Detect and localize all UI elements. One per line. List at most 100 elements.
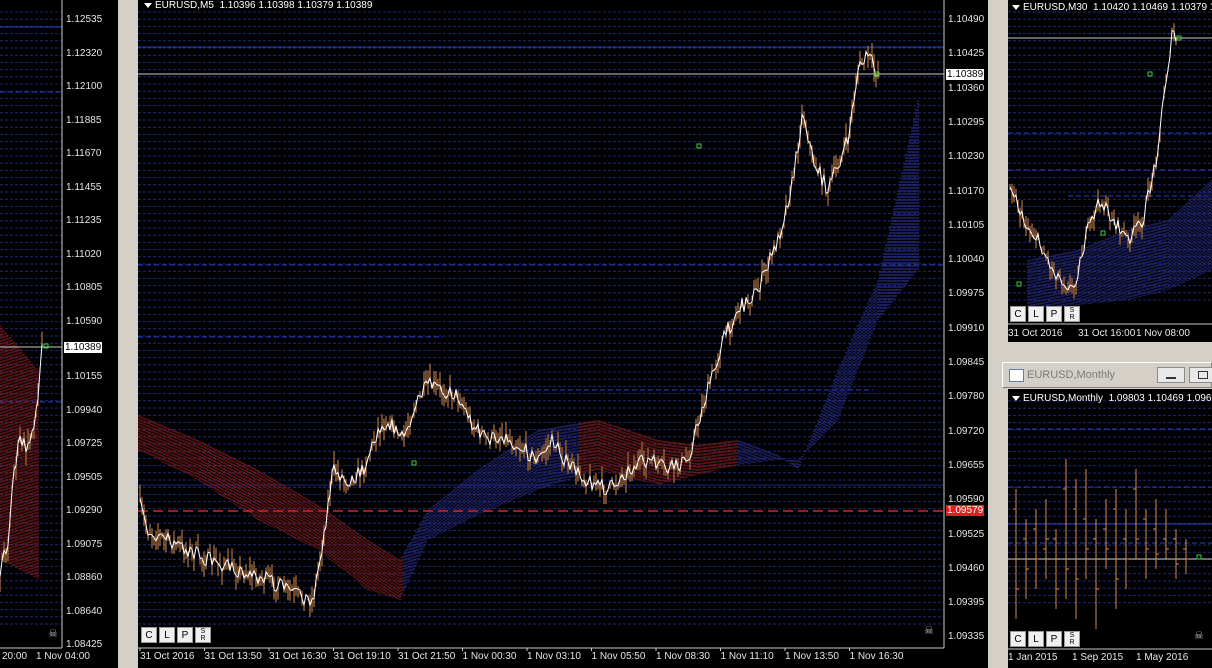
monthly-window-titlebar[interactable]: EURUSD,Monthly (1002, 362, 1212, 388)
axis-label: 1.09655 (948, 459, 985, 471)
main-ohlc: 1.10396 1.10398 1.10379 1.10389 (219, 0, 373, 11)
m30-chart-header: EURUSD,M30 1.10420 1.10469 1.10379 1.10 (1012, 2, 1212, 13)
skull-icon[interactable]: ☠ (48, 627, 58, 640)
axis-label: 31 Oct 16:00 (1078, 328, 1136, 339)
monthly-symbol: EURUSD,Monthly (1023, 393, 1104, 404)
axis-label: 1 Nov 11:10 (720, 651, 774, 662)
l-button[interactable]: L (1028, 306, 1044, 322)
main-symbol: EURUSD,M5 (155, 0, 214, 11)
axis-label: 1.09780 (948, 391, 985, 403)
restore-button[interactable] (1189, 367, 1212, 383)
axis-label: 31 Oct 21:50 (398, 651, 456, 662)
monthly-chart-buttons: C L P SR (1010, 631, 1080, 647)
monthly-ohlc: 1.09803 1.10469 1.09600 (1108, 393, 1212, 404)
axis-label: 1 Nov 08:00 (1136, 328, 1190, 339)
left-current-price: 1.10389 (64, 342, 103, 353)
axis-label: 1.09940 (66, 404, 103, 416)
sr-button[interactable]: SR (195, 627, 211, 643)
m30-ohlc: 1.10420 1.10469 1.10379 1.10 (1093, 2, 1212, 13)
axis-label: 1 Nov 13:50 (785, 651, 839, 662)
axis-label: 1.10230 (948, 151, 985, 163)
signal-marker (1196, 554, 1202, 560)
m30-symbol: EURUSD,M30 (1023, 2, 1088, 13)
skull-icon[interactable]: ☠ (1194, 629, 1204, 642)
axis-label: 31 Oct 2016 (1008, 328, 1063, 339)
axis-label: 31 Oct 13:50 (204, 651, 262, 662)
axis-label: 1.09975 (948, 288, 985, 300)
c-button[interactable]: C (1010, 306, 1026, 322)
p-button[interactable]: P (1046, 631, 1062, 647)
axis-label: 1.09590 (948, 494, 985, 506)
axis-label: 1.10105 (948, 219, 985, 231)
minimize-button[interactable] (1157, 367, 1185, 383)
axis-label: 1.09845 (948, 357, 985, 368)
axis-label: 1.10360 (948, 82, 985, 94)
p-button[interactable]: P (177, 627, 193, 643)
axis-label: 31 Oct 19:10 (333, 651, 391, 662)
minimize-icon (1166, 377, 1176, 379)
axis-label: 1.10490 (948, 14, 985, 25)
axis-label: 1 Nov 00:30 (462, 651, 517, 662)
axis-label: 20:00 (2, 651, 28, 662)
signal-marker (696, 143, 702, 149)
axis-label: 1.10170 (948, 185, 985, 197)
axis-label: 1.09910 (948, 322, 985, 334)
axis-label: 31 Oct 16:30 (269, 651, 327, 662)
triangle-down-icon[interactable] (1012, 395, 1020, 401)
axis-label: 1 Nov 05:50 (591, 651, 646, 662)
l-button[interactable]: L (159, 627, 175, 643)
restore-icon (1198, 371, 1208, 379)
skull-icon[interactable]: ☠ (924, 624, 934, 637)
axis-label: 1.10590 (66, 315, 103, 327)
axis-label: 1 May 2016 (1136, 652, 1189, 663)
axis-label: 1.10425 (948, 48, 985, 60)
left-chart-plot (0, 0, 63, 649)
axis-label: 1.09525 (948, 528, 985, 540)
main-chart[interactable]: EURUSD,M5 1.10396 1.10398 1.10379 1.1038… (138, 0, 988, 668)
triangle-down-icon[interactable] (144, 2, 152, 8)
c-button[interactable]: C (141, 627, 157, 643)
axis-label: 1.10040 (948, 254, 985, 266)
p-button[interactable]: P (1046, 306, 1062, 322)
main-chart-header: EURUSD,M5 1.10396 1.10398 1.10379 1.1038… (144, 0, 372, 11)
splitter-right[interactable] (988, 0, 1008, 668)
left-chart[interactable]: 1.10389 ☠ 1.12535 1.12320 1.12100 1.11885 1.… (0, 0, 118, 668)
axis-label: 1.10155 (66, 371, 103, 382)
sr-button[interactable]: SR (1064, 306, 1080, 322)
axis-label: 1.11885 (66, 114, 102, 126)
axis-label: 1.09395 (948, 597, 985, 609)
c-button[interactable]: C (1010, 631, 1026, 647)
axis-label: 1.12100 (66, 81, 103, 92)
m30-chart[interactable]: EURUSD,M30 1.10420 1.10469 1.10379 1.10 … (1008, 0, 1212, 342)
axis-label: 1.11235 (66, 215, 102, 226)
axis-label: 1.10295 (948, 116, 985, 128)
chart-window-icon (1009, 369, 1024, 382)
axis-label: 1 Nov 04:00 (36, 651, 90, 662)
main-chart-plot (138, 0, 945, 651)
axis-label: 1.09720 (948, 425, 985, 437)
splitter-left[interactable] (118, 0, 138, 668)
signal-marker (1100, 230, 1106, 236)
sr-button[interactable]: SR (1064, 631, 1080, 647)
axis-label: 1.10805 (66, 282, 103, 293)
axis-label: 1 Nov 08:30 (656, 651, 710, 662)
axis-label: 1.11670 (66, 148, 102, 159)
monthly-chart[interactable]: EURUSD,Monthly 1.09803 1.10469 1.09600 C… (1008, 389, 1212, 668)
monthly-chart-header: EURUSD,Monthly 1.09803 1.10469 1.09600 (1012, 393, 1212, 404)
axis-label: 1.09290 (66, 505, 103, 516)
axis-label: 1 Jan 2015 (1008, 652, 1058, 663)
monthly-chart-plot (1008, 400, 1212, 650)
axis-label: 1.08860 (66, 572, 103, 583)
axis-label: 1.09460 (948, 562, 985, 574)
signal-marker (411, 460, 417, 466)
axis-label: 1.12535 (66, 14, 103, 25)
m30-chart-buttons: C L P SR (1010, 306, 1080, 322)
axis-label: 1.09725 (66, 438, 103, 449)
axis-label: 1.09335 (948, 631, 985, 643)
l-button[interactable]: L (1028, 631, 1044, 647)
axis-label: 1 Nov 16:30 (849, 651, 904, 662)
axis-label: 1.12320 (66, 47, 103, 59)
m30-chart-plot (1008, 11, 1212, 325)
axis-label: 31 Oct 2016 (140, 651, 195, 662)
triangle-down-icon[interactable] (1012, 4, 1020, 10)
